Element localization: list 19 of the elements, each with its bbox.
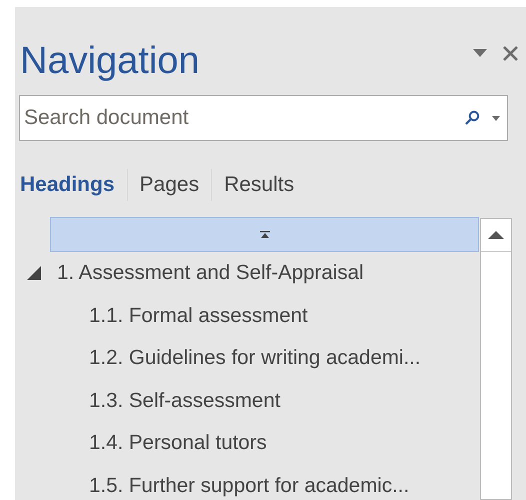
scrollbar[interactable] bbox=[480, 218, 512, 500]
heading-item[interactable]: 1.5. Further support for academic... bbox=[89, 474, 410, 498]
pane-title: Navigation bbox=[20, 40, 201, 82]
search-icon[interactable] bbox=[464, 110, 480, 126]
search-field[interactable]: Search document bbox=[19, 95, 508, 141]
tab[interactable]: Results bbox=[211, 169, 306, 201]
heading-item[interactable]: 1.3. Self-assessment bbox=[89, 388, 280, 413]
expanded-triangle-icon[interactable] bbox=[27, 266, 41, 280]
heading-item[interactable]: 1.4. Personal tutors bbox=[89, 431, 267, 456]
heading-item[interactable]: 1. Assessment and Self-Appraisal bbox=[57, 261, 364, 286]
heading-item[interactable]: 1.1. Formal assessment bbox=[89, 304, 308, 328]
heading-item[interactable]: 1.2. Guidelines for writing academi... bbox=[89, 346, 421, 370]
dropdown-icon[interactable] bbox=[492, 116, 500, 120]
jump-to-top-icon bbox=[260, 230, 270, 238]
tab[interactable]: Headings bbox=[20, 169, 127, 201]
close-icon[interactable] bbox=[503, 46, 518, 60]
dropdown-icon[interactable] bbox=[473, 49, 487, 57]
tab[interactable]: Pages bbox=[126, 169, 212, 201]
scroll-up-icon[interactable] bbox=[488, 231, 504, 239]
